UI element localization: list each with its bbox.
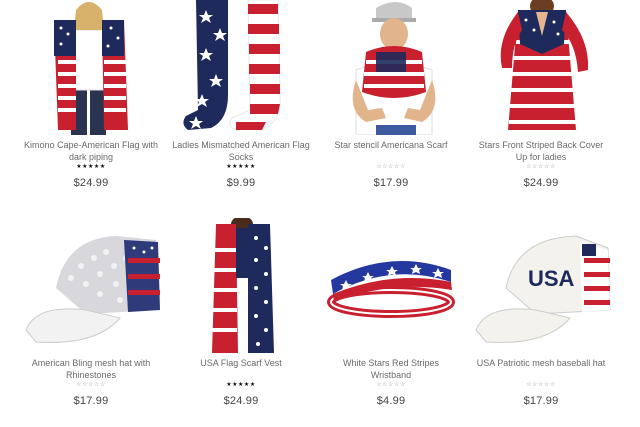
rating-stars: ☆☆☆☆☆: [526, 164, 556, 170]
product-image-scarf[interactable]: [316, 0, 466, 135]
rating-stars: ☆☆☆☆☆: [526, 382, 556, 388]
product-title[interactable]: Kimono Cape-American Flag with dark pipi…: [16, 139, 166, 163]
rating-stars: ☆☆☆☆☆: [376, 382, 406, 388]
product-price: $17.99: [73, 395, 109, 407]
product-image-socks[interactable]: [166, 0, 316, 135]
product-title[interactable]: Star stencil Americana Scarf: [316, 139, 466, 163]
product-card[interactable]: White Stars Red Stripes Wristband ☆☆☆☆☆ …: [316, 218, 466, 407]
product-card[interactable]: Kimono Cape-American Flag with dark pipi…: [16, 0, 166, 189]
product-image-usa-hat[interactable]: USA: [466, 218, 616, 353]
product-price: $24.99: [223, 395, 259, 407]
product-title[interactable]: American Bling mesh hat with Rhinestones: [16, 357, 166, 381]
product-title[interactable]: USA Flag Scarf Vest: [166, 357, 316, 381]
product-price: $24.99: [523, 177, 559, 189]
product-image-bling-hat[interactable]: [16, 218, 166, 353]
product-title[interactable]: White Stars Red Stripes Wristband: [316, 357, 466, 381]
product-card[interactable]: USA USA Patriotic mesh baseball hat ☆☆☆☆…: [466, 218, 616, 407]
hat-logo-text: USA: [528, 266, 575, 291]
rating-stars: ★★★★★: [226, 382, 256, 388]
product-card[interactable]: Star stencil Americana Scarf ☆☆☆☆☆ $17.9…: [316, 0, 466, 189]
product-card[interactable]: American Bling mesh hat with Rhinestones…: [16, 218, 166, 407]
product-price: $17.99: [373, 177, 409, 189]
rating-stars: ★★★★★: [76, 164, 106, 170]
rating-stars: ☆☆☆☆☆: [76, 382, 106, 388]
product-price: $17.99: [523, 395, 559, 407]
product-title[interactable]: USA Patriotic mesh baseball hat: [466, 357, 616, 381]
product-price: $9.99: [226, 177, 256, 189]
product-image-kimono[interactable]: [16, 0, 166, 135]
product-card[interactable]: USA Flag Scarf Vest ★★★★★ $24.99: [166, 218, 316, 407]
rating-stars: ★★★★★: [226, 164, 256, 170]
product-card[interactable]: Ladies Mismatched American Flag Socks ★★…: [166, 0, 316, 189]
product-image-wristband[interactable]: [316, 218, 466, 353]
product-price: $4.99: [376, 395, 406, 407]
product-image-scarf-vest[interactable]: [166, 218, 316, 353]
product-title[interactable]: Stars Front Striped Back Cover Up for la…: [466, 139, 616, 163]
product-grid: Kimono Cape-American Flag with dark pipi…: [0, 0, 640, 427]
product-card[interactable]: Stars Front Striped Back Cover Up for la…: [466, 0, 616, 189]
product-price: $24.99: [73, 177, 109, 189]
product-image-coverup[interactable]: [466, 0, 616, 135]
product-title[interactable]: Ladies Mismatched American Flag Socks: [166, 139, 316, 163]
rating-stars: ☆☆☆☆☆: [376, 164, 406, 170]
